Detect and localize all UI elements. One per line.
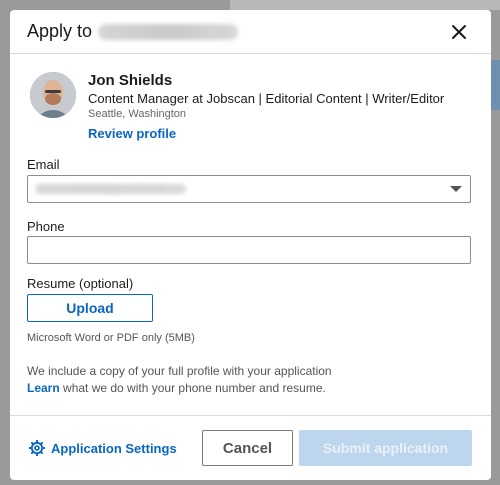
info-line-2: Learn what we do with your phone number … xyxy=(27,380,332,397)
email-label: Email xyxy=(27,157,60,172)
submit-application-button[interactable]: Submit application xyxy=(299,430,472,466)
cancel-button[interactable]: Cancel xyxy=(202,430,293,466)
avatar-photo xyxy=(30,72,76,118)
email-value: theeunshields@gmail.com xyxy=(36,183,166,195)
profile-name: Jon Shields xyxy=(88,72,173,89)
email-select[interactable]: theeunshields@gmail.com xyxy=(27,175,471,203)
phone-field[interactable] xyxy=(27,236,471,264)
phone-label: Phone xyxy=(27,219,65,234)
gear-icon xyxy=(29,440,45,456)
background-button xyxy=(490,60,500,110)
company-name-redacted xyxy=(98,23,239,40)
profile-headline: Content Manager at Jobscan | Editorial C… xyxy=(88,91,445,106)
review-profile-link[interactable]: Review profile xyxy=(88,125,176,142)
profile-summary: Jon Shields Content Manager at Jobscan |… xyxy=(30,72,444,142)
avatar xyxy=(30,72,76,118)
profile-info-text: We include a copy of your full profile w… xyxy=(27,363,332,397)
resume-label: Resume (optional) xyxy=(27,276,134,291)
apply-dialog: Apply to Jon Shields Content Manager at … xyxy=(10,10,491,480)
dialog-title: Apply to xyxy=(27,21,93,41)
application-settings-label: Application Settings xyxy=(51,440,177,456)
dialog-header: Apply to xyxy=(10,10,491,54)
background-content xyxy=(230,0,500,10)
application-settings-link[interactable]: Application Settings xyxy=(29,440,177,456)
upload-button[interactable]: Upload xyxy=(27,294,153,322)
footer-divider xyxy=(10,415,491,416)
profile-location: Seattle, Washington xyxy=(88,108,187,120)
file-format-note: Microsoft Word or PDF only (5MB) xyxy=(27,332,195,344)
learn-link[interactable]: Learn xyxy=(27,381,60,395)
info-line-2-text: what we do with your phone number and re… xyxy=(59,381,326,395)
close-button[interactable] xyxy=(447,20,471,44)
close-icon xyxy=(452,25,466,39)
chevron-down-icon xyxy=(450,186,462,192)
profile-details: Jon Shields Content Manager at Jobscan |… xyxy=(88,72,444,142)
info-line-1: We include a copy of your full profile w… xyxy=(27,364,332,378)
